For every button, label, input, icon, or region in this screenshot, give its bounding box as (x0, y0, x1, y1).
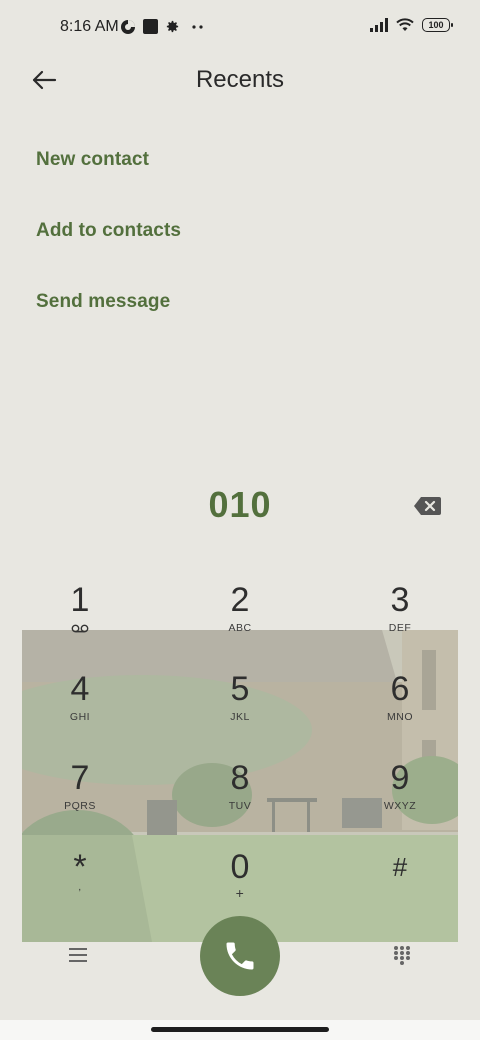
key-digit: 3 (390, 581, 410, 619)
key-digit: 7 (70, 759, 90, 797)
key-hash[interactable]: # (340, 847, 460, 927)
key-digit: 0 (230, 848, 250, 886)
key-digit: 8 (230, 759, 250, 797)
key-3[interactable]: 3 DEF (340, 580, 460, 660)
key-7[interactable]: 7 PQRS (20, 758, 140, 838)
key-letters: , (78, 881, 82, 893)
more-dots-icon (192, 25, 203, 29)
dialpad-icon[interactable] (393, 945, 411, 965)
backspace-icon[interactable] (412, 494, 442, 518)
key-0[interactable]: 0 + (180, 847, 300, 927)
key-2[interactable]: 2 ABC (180, 580, 300, 660)
call-button[interactable] (200, 916, 280, 996)
signal-icon (370, 18, 388, 32)
key-letters: WXYZ (383, 800, 417, 812)
key-star[interactable]: * , (20, 847, 140, 927)
key-5[interactable]: 5 JKL (180, 669, 300, 749)
key-letters: DEF (388, 622, 412, 634)
key-digit: # (392, 852, 408, 882)
send-message-button[interactable]: Send message (36, 291, 170, 313)
key-digit: 6 (390, 670, 410, 708)
data-saver-icon (121, 20, 135, 34)
key-letters: TUV (228, 800, 252, 812)
key-6[interactable]: 6 MNO (340, 669, 460, 749)
key-4[interactable]: 4 GHI (20, 669, 140, 749)
dialed-number: 010 (208, 484, 272, 525)
page-title: Recents (195, 66, 285, 93)
key-letters: PQRS (64, 800, 96, 812)
phone-icon (226, 942, 254, 970)
status-bar: 8:16 AM 100 (0, 0, 480, 56)
menu-lines-icon[interactable] (68, 946, 88, 964)
battery-level: 100 (428, 20, 444, 30)
key-digit: 2 (230, 581, 250, 619)
key-letters: JKL (230, 711, 250, 723)
key-letters: + (235, 885, 245, 901)
battery-icon: 100 (422, 18, 453, 32)
voicemail-icon (71, 624, 89, 633)
status-time: 8:16 AM (60, 18, 119, 35)
key-digit: 4 (70, 670, 90, 708)
key-digit: 5 (230, 670, 250, 708)
add-to-contacts-button[interactable]: Add to contacts (36, 220, 181, 242)
key-digit: 1 (70, 581, 90, 619)
key-letters: GHI (69, 711, 91, 723)
key-letters: MNO (387, 711, 413, 723)
settings-gear-icon (166, 20, 179, 33)
key-1[interactable]: 1 (20, 580, 140, 660)
wifi-icon (396, 18, 414, 31)
key-digit: 9 (390, 759, 410, 797)
key-8[interactable]: 8 TUV (180, 758, 300, 838)
key-letters: ABC (228, 622, 252, 634)
home-indicator[interactable] (151, 1027, 329, 1032)
square-notification-icon (143, 19, 158, 34)
new-contact-button[interactable]: New contact (36, 149, 149, 171)
key-9[interactable]: 9 WXYZ (340, 758, 460, 838)
